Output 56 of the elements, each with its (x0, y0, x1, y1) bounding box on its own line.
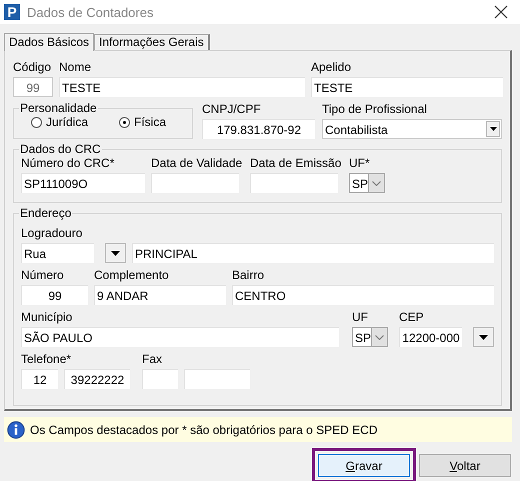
dropdown[interactable]: SP (349, 173, 385, 193)
text-field[interactable]: 12 (21, 369, 58, 389)
text-field[interactable]: 39222222 (64, 369, 130, 389)
tab[interactable]: Dados Básicos (4, 33, 94, 51)
text-field[interactable]: TESTE (59, 77, 305, 97)
field-label: Complemento (94, 268, 170, 282)
text-field[interactable]: 9 ANDAR (94, 285, 226, 305)
field-label: UF (352, 310, 369, 324)
dropdown-button[interactable] (473, 327, 494, 347)
dropdown[interactable]: Contabilista (322, 119, 502, 139)
dropdown[interactable]: SP (352, 327, 388, 347)
field-label: Bairro (232, 268, 266, 282)
field-label: UF* (349, 156, 371, 170)
group-title: Personalidade (19, 101, 98, 115)
date-field[interactable] (151, 173, 239, 193)
text-field[interactable]: 99 (21, 285, 88, 305)
field-label: Município (21, 310, 74, 324)
caret-icon (111, 250, 120, 256)
field-label: Telefone* (21, 352, 72, 366)
radio-button[interactable]: Física (119, 115, 181, 129)
chevron-icon (371, 328, 387, 346)
field-label: Número do CRC* (21, 156, 116, 170)
info-text: Os Campos destacados por * são obrigatórios para o SPED ECD (30, 422, 378, 436)
field-label: CEP (398, 310, 425, 324)
text-field[interactable]: SÃO PAULO (21, 327, 339, 347)
text-field[interactable]: SP111009O (21, 173, 145, 193)
group-title: Dados do CRC (19, 142, 102, 156)
close-icon[interactable] (494, 5, 508, 19)
window-title: Dados de Contadores (27, 4, 154, 20)
field-label: Apelido (311, 60, 352, 74)
back-button[interactable]: Voltar (419, 454, 511, 477)
app-logo: P (4, 4, 20, 20)
text-field[interactable] (142, 369, 178, 389)
field-label: Tipo de Profissional (322, 102, 428, 116)
chevron-icon (368, 174, 384, 192)
date-field[interactable] (250, 173, 338, 193)
text-field[interactable]: CENTRO (232, 285, 494, 305)
dropdown-button[interactable] (105, 243, 126, 263)
text-field[interactable]: 12200-000 (398, 327, 462, 347)
group-title: Endereço (19, 206, 72, 220)
text-field[interactable]: 179.831.870-92 (202, 119, 315, 139)
tab[interactable]: Informações Gerais (94, 34, 210, 50)
text-field[interactable]: TESTE (311, 77, 503, 97)
radio-button[interactable]: Jurídica (21, 115, 119, 129)
field-label: Código (13, 60, 52, 74)
caret-icon (479, 334, 488, 340)
text-field[interactable] (184, 369, 250, 389)
caret-icon (486, 121, 500, 137)
field-label: Fax (142, 352, 164, 366)
text-field[interactable]: PRINCIPAL (132, 243, 494, 263)
text-field[interactable]: Rua (21, 243, 94, 263)
info-icon (7, 420, 25, 438)
field-label: Nome (59, 60, 92, 74)
field-label: Número (21, 268, 65, 282)
field-label: Logradouro (21, 226, 84, 240)
field-label: CNPJ/CPF (202, 102, 262, 116)
